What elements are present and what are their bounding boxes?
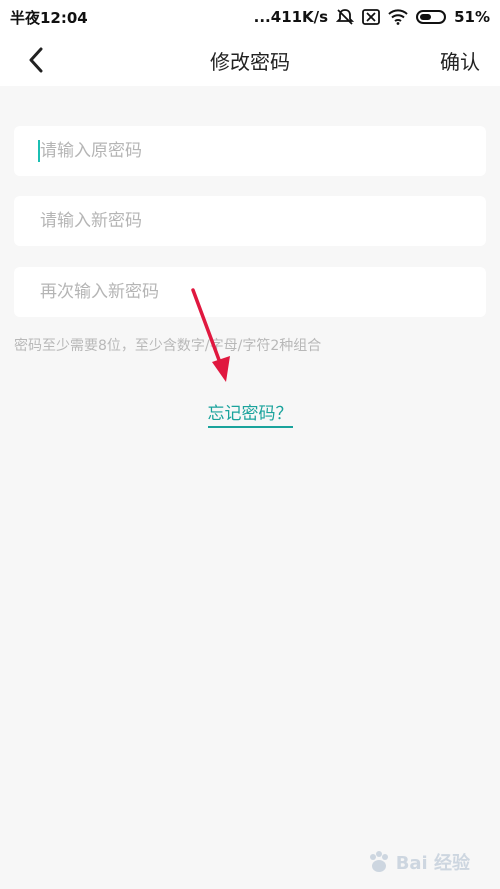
battery-icon	[416, 10, 447, 24]
network-speed: ...411K/s	[253, 8, 329, 26]
app-bar: 修改密码 确认	[0, 34, 500, 86]
old-password-field-container	[14, 126, 486, 176]
new-password-field-container	[14, 196, 486, 246]
chevron-left-icon	[29, 47, 43, 73]
page-title: 修改密码	[210, 49, 290, 74]
sim-off-icon	[362, 9, 380, 25]
mute-bell-icon	[336, 8, 355, 26]
status-time: 半夜12:04	[10, 8, 88, 27]
battery-percent: 51%	[454, 8, 490, 26]
confirm-password-field-container	[14, 267, 486, 317]
forgot-password-link[interactable]: 忘记密码？	[207, 404, 293, 428]
new-password-input[interactable]	[38, 210, 462, 232]
status-icons: ...411K/s 51%	[254, 8, 490, 26]
old-password-input[interactable]	[38, 140, 462, 162]
status-bar: 半夜12:04 ...411K/s 51%	[0, 0, 500, 34]
wifi-icon	[388, 9, 408, 25]
forgot-password-row: 忘记密码？	[0, 399, 500, 428]
watermark-text: Bai 经验	[395, 853, 470, 874]
confirm-button[interactable]: 确认	[440, 46, 480, 75]
baidu-watermark: Bai 经验	[366, 849, 470, 875]
password-hint: 密码至少需要8位，至少含数字/字母/字符2种组合	[14, 338, 322, 354]
text-caret	[38, 140, 40, 162]
paw-logo-icon	[369, 851, 388, 872]
back-button[interactable]	[22, 46, 50, 74]
confirm-password-input[interactable]	[38, 281, 462, 303]
